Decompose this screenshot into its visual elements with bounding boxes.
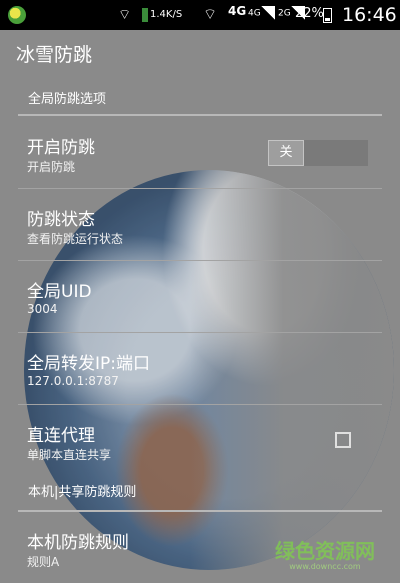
toggle-knob: 关 xyxy=(268,140,304,166)
network-type: 4G xyxy=(228,4,247,18)
clock: 16:46 xyxy=(342,4,397,26)
network-speed-indicator: 1.4K/S xyxy=(142,6,202,24)
pref-title: 本机防跳规则 xyxy=(27,533,129,553)
wifi-signal-icon: ⌔ xyxy=(203,5,218,23)
status-bar: ⌔ 1.4K/S ⌔ 4G 4G 2G 22% 16:46 xyxy=(0,0,400,30)
sim2-type: 2G xyxy=(278,8,291,19)
battery-percent: 22% xyxy=(295,6,324,21)
app-notification-icon xyxy=(8,6,26,24)
enable-toggle[interactable]: 关 xyxy=(268,140,368,166)
pref-enable-anti-jump[interactable]: 开启防跳 开启防跳 关 xyxy=(0,116,400,188)
pref-title: 开启防跳 xyxy=(27,138,95,158)
network-speed: 1.4K/S xyxy=(150,9,183,20)
pref-summary: 127.0.0.1:8787 xyxy=(27,374,119,388)
app-title: 冰雪防跳 xyxy=(16,44,93,66)
section-header-rules: 本机|共享防跳规则 xyxy=(18,478,382,512)
sim1-type: 4G xyxy=(248,8,261,19)
pref-summary: 规则A xyxy=(27,555,60,569)
wifi-icon: ⌔ xyxy=(118,7,132,23)
pref-title: 全局转发IP:端口 xyxy=(27,354,150,374)
direct-proxy-checkbox[interactable] xyxy=(335,432,351,448)
watermark-url: www.downcc.com xyxy=(289,562,361,571)
pref-anti-jump-status[interactable]: 防跳状态 查看防跳运行状态 xyxy=(0,189,400,260)
pref-summary: 3004 xyxy=(27,302,58,316)
section-header-global: 全局防跳选项 xyxy=(18,88,382,116)
watermark-logo: 绿色资源网 www.downcc.com xyxy=(265,535,385,575)
preferences-list: 全局防跳选项 开启防跳 开启防跳 关 防跳状态 查看防跳运行状态 全局UID 3… xyxy=(0,80,400,583)
pref-global-forward-ip-port[interactable]: 全局转发IP:端口 127.0.0.1:8787 xyxy=(0,333,400,404)
signal-icon xyxy=(260,6,275,20)
pref-direct-proxy[interactable]: 直连代理 单脚本直连共享 xyxy=(0,405,400,476)
sim1-signal: 4G xyxy=(248,6,275,20)
network-activity-icon xyxy=(142,8,148,22)
action-bar: 冰雪防跳 xyxy=(0,30,400,80)
pref-summary: 查看防跳运行状态 xyxy=(27,232,124,246)
battery-icon xyxy=(323,8,332,23)
pref-title: 直连代理 xyxy=(27,426,95,446)
watermark-text: 绿色资源网 xyxy=(275,539,375,563)
pref-summary: 单脚本直连共享 xyxy=(27,448,112,462)
pref-summary: 开启防跳 xyxy=(27,160,76,174)
pref-title: 全局UID xyxy=(27,282,92,302)
pref-global-uid[interactable]: 全局UID 3004 xyxy=(0,261,400,332)
pref-title: 防跳状态 xyxy=(27,210,95,230)
